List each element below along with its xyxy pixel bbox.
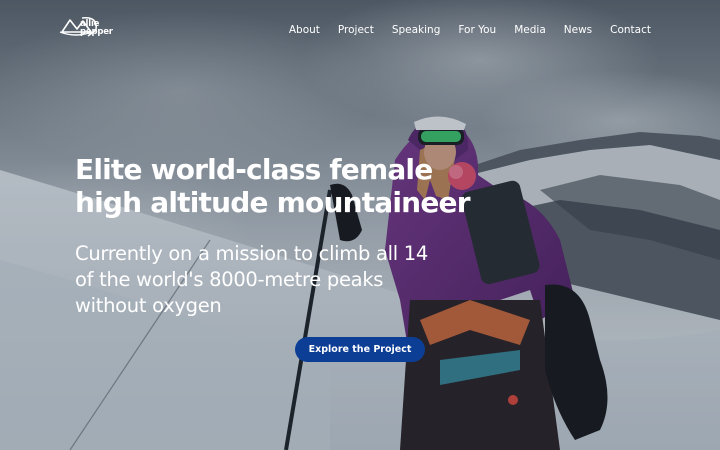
subhead-line-3: without oxygen [75, 294, 222, 317]
nav-media[interactable]: Media [514, 24, 546, 36]
nav-project[interactable]: Project [338, 24, 374, 36]
hero-headline: Elite world-class female high altitude m… [75, 153, 495, 219]
nav-for-you[interactable]: For You [458, 24, 496, 36]
nav-contact[interactable]: Contact [610, 24, 651, 36]
explore-project-button[interactable]: Explore the Project [295, 337, 425, 362]
nav-about[interactable]: About [289, 24, 320, 36]
hero-section: allie pepper About Project Speaking For … [0, 0, 720, 450]
subhead-line-2: of the world's 8000-metre peaks [75, 268, 384, 291]
headline-line-1: Elite world-class female [75, 153, 433, 186]
main-nav: About Project Speaking For You Media New… [289, 24, 651, 36]
headline-line-2: high altitude mountaineer [75, 186, 471, 219]
logo-line-2: pepper [80, 27, 113, 37]
nav-speaking[interactable]: Speaking [392, 24, 441, 36]
hero-overlay [0, 0, 720, 450]
hero-subheading: Currently on a mission to climb all 14 o… [75, 241, 475, 319]
subhead-line-1: Currently on a mission to climb all 14 [75, 242, 428, 265]
logo-wordmark[interactable]: allie pepper [80, 20, 113, 37]
nav-news[interactable]: News [564, 24, 592, 36]
